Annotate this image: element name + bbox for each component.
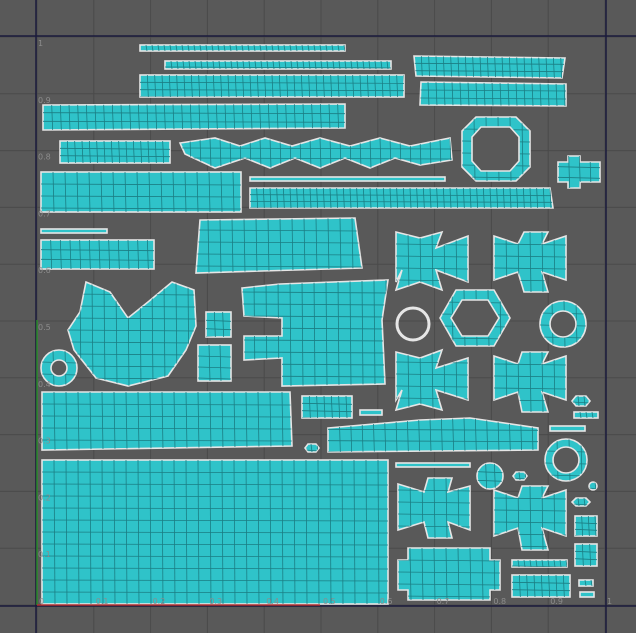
uv-shell[interactable] [549, 310, 577, 338]
u-tick-label: 0.4 [266, 597, 279, 606]
uv-shell[interactable] [395, 306, 431, 342]
uv-shell[interactable] [205, 311, 232, 338]
uv-shell[interactable] [574, 515, 598, 537]
uv-shell[interactable] [552, 446, 580, 474]
uv-shell[interactable] [50, 359, 68, 377]
u-tick-label: 0 [39, 597, 44, 606]
uv-shell[interactable] [549, 425, 586, 432]
uv-shell[interactable] [40, 239, 155, 270]
uv-canvas[interactable]: 0 0.1 0.2 0.3 0.4 0.5 0.6 0.7 0.8 0.9 1 1 0.9 0.8 0.7 0… [0, 0, 636, 633]
uv-editor-viewport[interactable]: 0 0.1 0.2 0.3 0.4 0.5 0.6 0.7 0.8 0.9 1 1 0.9 0.8 0.7 0… [0, 0, 636, 633]
uv-shell[interactable] [450, 299, 500, 337]
uv-shell[interactable] [476, 462, 504, 490]
v-tick-label: 0.4 [38, 380, 51, 389]
v-tick-label: 0.9 [38, 96, 51, 105]
uv-shell[interactable] [197, 344, 232, 382]
u-tick-label: 0.9 [550, 597, 563, 606]
uv-shells[interactable] [40, 44, 601, 605]
uv-shell[interactable] [397, 547, 501, 601]
uv-shell[interactable] [249, 176, 446, 182]
uv-shell[interactable] [327, 417, 539, 453]
u-tick-label: 0.3 [209, 597, 222, 606]
uv-shell[interactable] [471, 126, 520, 172]
u-tick-label: 0.5 [323, 597, 336, 606]
uv-shell[interactable] [395, 462, 471, 468]
v-tick-label: 0.3 [38, 437, 51, 446]
uv-shell[interactable] [249, 187, 554, 209]
u-tick-label: 0.6 [380, 597, 393, 606]
u-tick-label: 0.7 [437, 597, 450, 606]
uv-shell[interactable] [359, 409, 383, 416]
uv-shell[interactable] [59, 140, 171, 164]
uv-shell[interactable] [40, 171, 242, 213]
u-tick-label: 1 [607, 597, 612, 606]
v-tick-label: 0.7 [38, 209, 51, 218]
u-tick-label: 0.2 [153, 597, 166, 606]
uv-shell[interactable] [579, 591, 595, 598]
uv-shell[interactable] [41, 391, 293, 451]
uv-shell[interactable] [40, 228, 108, 234]
u-tick-label: 0.8 [493, 597, 506, 606]
v-tick-label: 0.5 [38, 323, 51, 332]
uv-shell[interactable] [511, 574, 571, 598]
v-tick-label: 1 [38, 39, 43, 48]
v-tick-label: 0.1 [38, 550, 51, 559]
v-tick-label: 0.6 [38, 266, 51, 275]
v-tick-label: 0.2 [38, 493, 51, 502]
uv-shell[interactable] [570, 395, 592, 407]
uv-shell[interactable] [557, 155, 601, 189]
uv-shell[interactable] [42, 103, 346, 131]
v-tick-label: 0.8 [38, 153, 51, 162]
u-tick-label: 0.1 [96, 597, 109, 606]
uv-shell[interactable] [574, 543, 598, 567]
